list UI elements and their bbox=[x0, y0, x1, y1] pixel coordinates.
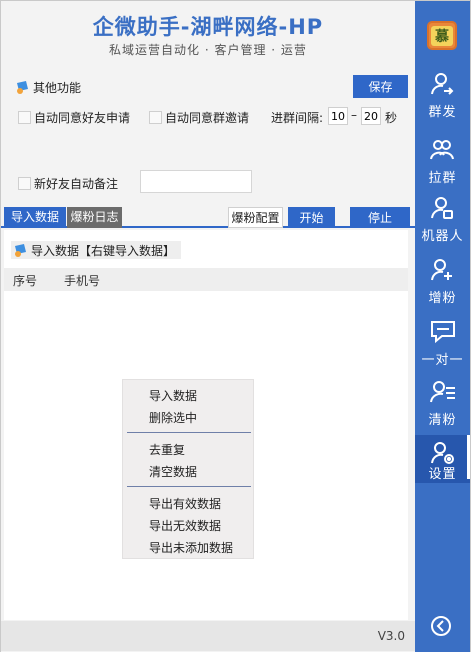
config-button[interactable]: 爆粉配置 bbox=[228, 207, 283, 228]
header: 企微助手-湖畔网络-HP 私域运营自动化 · 客户管理 · 运营 bbox=[1, 1, 415, 65]
column-index[interactable]: 序号 bbox=[13, 272, 37, 289]
interval-dash: – bbox=[351, 108, 357, 122]
save-button[interactable]: 保存 bbox=[353, 75, 408, 98]
section-title-label: 其他功能 bbox=[33, 80, 82, 95]
column-phone[interactable]: 手机号 bbox=[64, 272, 100, 289]
sidebar-item-label: 机器人 bbox=[421, 229, 464, 244]
robot-user-icon bbox=[431, 197, 453, 219]
sidebar-item-label: 清粉 bbox=[428, 413, 457, 428]
auto-accept-group-checkbox[interactable]: 自动同意群邀请 bbox=[149, 109, 249, 126]
tab-bar: 导入数据 爆粉日志 爆粉配置 开始 停止 bbox=[1, 205, 415, 228]
remark-input[interactable] bbox=[140, 170, 252, 193]
version-label: V3.0 bbox=[377, 629, 405, 643]
sidebar-item-clean-fans[interactable]: 清粉 bbox=[415, 373, 470, 433]
sidebar-item-label: 拉群 bbox=[428, 171, 457, 186]
logo-mark: 慕 bbox=[431, 25, 453, 46]
feature-icon bbox=[17, 81, 28, 94]
user-send-icon bbox=[431, 73, 454, 95]
add-user-icon bbox=[431, 259, 452, 281]
menu-separator bbox=[127, 432, 251, 433]
sidebar-item-add-fans[interactable]: 增粉 bbox=[415, 251, 470, 311]
sidebar-item-settings[interactable]: 设置 bbox=[415, 435, 470, 483]
start-button[interactable]: 开始 bbox=[288, 207, 335, 228]
sidebar-item-robot[interactable]: 机器人 bbox=[415, 189, 470, 249]
app-title: 企微助手-湖畔网络-HP bbox=[92, 15, 324, 39]
table-header: 序号 手机号 bbox=[4, 268, 408, 291]
sidebar-item-label: 增粉 bbox=[428, 291, 457, 306]
context-menu: 导入数据 删除选中 去重复 清空数据 导出有效数据 导出无效数据 导出未添加数据 bbox=[122, 379, 254, 559]
menu-item-export-unadded[interactable]: 导出未添加数据 bbox=[149, 539, 233, 556]
sidebar-item-label: 群发 bbox=[428, 105, 457, 120]
interval-min-input[interactable] bbox=[328, 107, 348, 125]
tab-log[interactable]: 爆粉日志 bbox=[67, 207, 122, 228]
chat-icon bbox=[431, 321, 455, 344]
status-bar: V3.0 bbox=[1, 621, 415, 651]
menu-item-delete-selected[interactable]: 删除选中 bbox=[149, 409, 197, 426]
main-panel: 企微助手-湖畔网络-HP 私域运营自动化 · 客户管理 · 运营 其他功能 保存… bbox=[1, 1, 415, 652]
app-logo: 慕 bbox=[427, 21, 457, 50]
stop-button[interactable]: 停止 bbox=[350, 207, 410, 228]
interval-label: 进群间隔: bbox=[271, 111, 324, 125]
checkbox-label: 自动同意群邀请 bbox=[165, 111, 250, 125]
section-title: 其他功能 bbox=[15, 78, 81, 96]
sidebar-item-label: 一对一 bbox=[421, 353, 464, 368]
collapse-icon[interactable] bbox=[430, 615, 452, 637]
menu-item-export-invalid[interactable]: 导出无效数据 bbox=[149, 517, 221, 534]
app-subtitle: 私域运营自动化 · 客户管理 · 运营 bbox=[109, 43, 307, 57]
auto-remark-checkbox[interactable]: 新好友自动备注 bbox=[18, 175, 118, 192]
user-list-icon bbox=[430, 381, 455, 403]
checkbox-box[interactable] bbox=[18, 177, 31, 190]
interval-unit: 秒 bbox=[385, 111, 398, 125]
sidebar-item-pull-group[interactable]: 拉群 bbox=[415, 131, 470, 191]
sidebar-item-mass-send[interactable]: 群发 bbox=[415, 65, 470, 125]
checkbox-box[interactable] bbox=[149, 111, 162, 124]
menu-item-dedupe[interactable]: 去重复 bbox=[149, 441, 185, 458]
import-title: 导入数据【右键导入数据】 bbox=[11, 241, 181, 259]
interval-max-input[interactable] bbox=[361, 107, 381, 125]
sidebar-item-label: 设置 bbox=[428, 467, 457, 482]
menu-item-clear[interactable]: 清空数据 bbox=[149, 463, 197, 480]
menu-item-import[interactable]: 导入数据 bbox=[149, 387, 197, 404]
import-title-label: 导入数据【右键导入数据】 bbox=[31, 243, 176, 258]
sidebar: 慕 群发 拉群 机器人 增粉 一对一 清粉 设置 bbox=[415, 1, 470, 652]
sidebar-item-one-to-one[interactable]: 一对一 bbox=[415, 313, 470, 373]
group-icon bbox=[430, 140, 454, 160]
tab-import[interactable]: 导入数据 bbox=[4, 207, 66, 228]
menu-item-export-valid[interactable]: 导出有效数据 bbox=[149, 495, 221, 512]
checkbox-label: 自动同意好友申请 bbox=[34, 111, 131, 125]
checkbox-box[interactable] bbox=[18, 111, 31, 124]
checkbox-label: 新好友自动备注 bbox=[34, 177, 119, 191]
app-window: 企微助手-湖畔网络-HP 私域运营自动化 · 客户管理 · 运营 其他功能 保存… bbox=[0, 0, 471, 652]
menu-separator bbox=[127, 486, 251, 487]
auto-accept-friend-checkbox[interactable]: 自动同意好友申请 bbox=[18, 109, 130, 126]
import-icon bbox=[15, 244, 26, 257]
